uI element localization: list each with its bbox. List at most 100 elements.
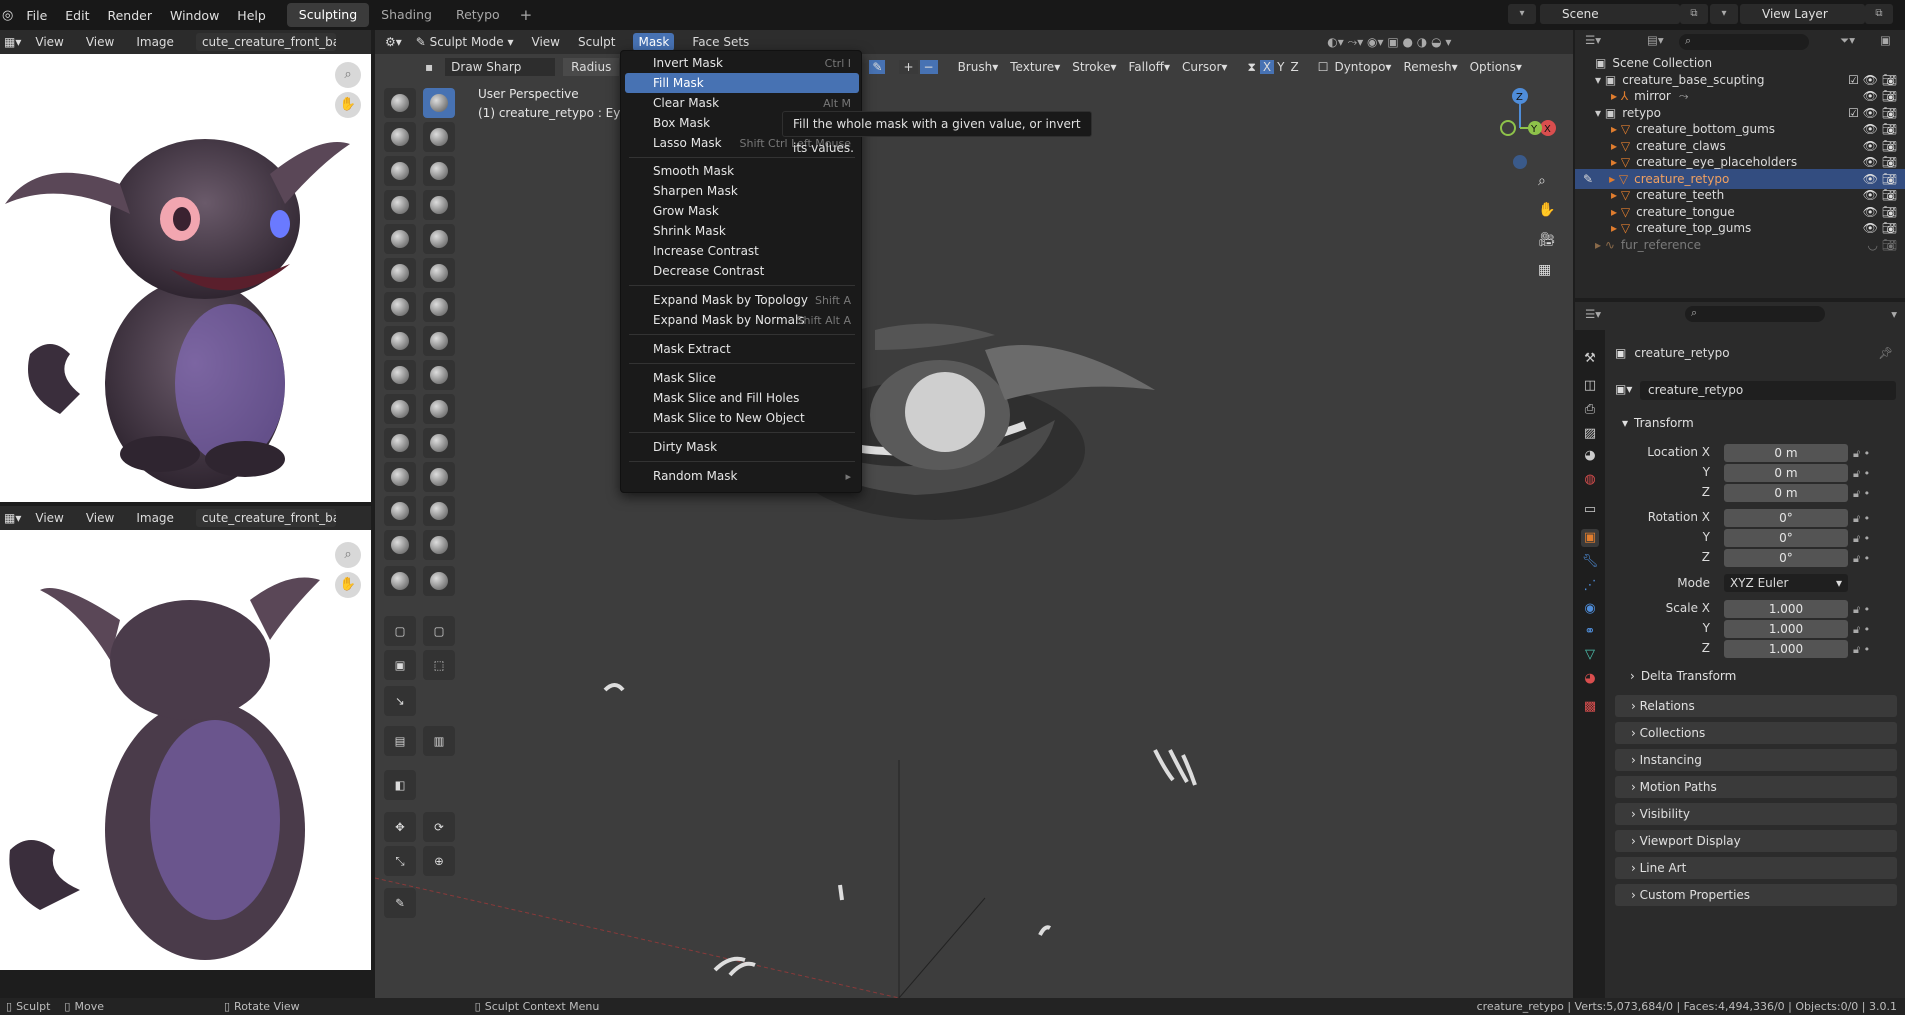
transform-panel-header[interactable]: ▾ Transform <box>1616 412 1898 434</box>
editor-type-icon[interactable]: ▦▾ <box>4 511 21 525</box>
tool-line-project-icon[interactable]: ↘ <box>384 686 416 716</box>
tool-move-icon[interactable]: ✥ <box>384 812 416 842</box>
view-layer-tab-icon[interactable]: ▨ <box>1581 425 1599 443</box>
subtract-icon[interactable]: − <box>919 60 938 74</box>
tool-boundary-icon[interactable] <box>423 462 455 492</box>
add-icon[interactable]: + <box>899 60 918 74</box>
brush-icon[interactable]: ▪ <box>425 60 433 74</box>
scene-selector[interactable]: Scene <box>1540 4 1680 24</box>
menu-item-mask-slice-new-object[interactable]: Mask Slice to New Object <box>621 408 863 428</box>
menu-item-increase-contrast[interactable]: Increase Contrast <box>621 241 863 261</box>
tool-fill-icon[interactable] <box>423 258 455 288</box>
render-tab-icon[interactable]: ◫ <box>1581 377 1599 395</box>
panel-collections[interactable]: › Collections <box>1615 722 1897 744</box>
data-tab-icon[interactable]: ▽ <box>1581 646 1599 664</box>
outliner-row-curves[interactable]: ▸ ∿ fur_reference ◡ 📷︎ <box>1575 235 1905 255</box>
menu-view[interactable]: View <box>86 511 114 525</box>
tool-smooth-icon[interactable] <box>423 224 455 254</box>
lock-icons[interactable]: 🔓︎ • 🔓︎ • 🔓︎ • <box>1853 509 1870 569</box>
tool-slide-relax-icon[interactable] <box>384 462 416 492</box>
collection-tab-icon[interactable]: ▭ <box>1581 501 1599 519</box>
add-workspace-button[interactable]: + <box>512 6 541 24</box>
panel-instancing[interactable]: › Instancing <box>1615 749 1897 771</box>
image-editor-bottom[interactable] <box>0 530 371 970</box>
tool-clay-thumb-icon[interactable] <box>384 156 416 186</box>
menu-item-dirty-mask[interactable]: Dirty Mask <box>621 437 863 457</box>
camera-view-icon[interactable]: 🎥︎ <box>1538 232 1556 248</box>
menu-item-shrink-mask[interactable]: Shrink Mask <box>621 221 863 241</box>
dyntopo-dropdown[interactable]: Dyntopo <box>1334 60 1385 74</box>
menu-item-random-mask[interactable]: Random Mask ▸ <box>621 466 863 486</box>
new-collection-icon[interactable]: ▣ <box>1880 33 1891 47</box>
material-tab-icon[interactable]: ◕ <box>1581 670 1599 688</box>
location-y-field[interactable]: 0 m <box>1724 464 1848 482</box>
modifier-tab-icon[interactable]: 🔧︎ <box>1581 553 1599 571</box>
menu-item-mask-slice-fill[interactable]: Mask Slice and Fill Holes <box>621 388 863 408</box>
hand-pan-icon[interactable]: ✋ <box>335 572 361 598</box>
tool-blob-icon[interactable] <box>423 190 455 220</box>
menu-item-expand-topology[interactable]: Expand Mask by Topology Shift A <box>621 290 863 310</box>
panel-viewport-display[interactable]: › Viewport Display <box>1615 830 1897 852</box>
tool-box-hide-icon[interactable]: ▢ <box>423 616 455 646</box>
editor-type-icon[interactable]: ⚙▾ <box>385 35 402 49</box>
tool-box-trim-icon[interactable]: ⬚ <box>423 650 455 680</box>
tool-cloth-filter-icon[interactable]: ▥ <box>423 726 455 756</box>
menu-item-smooth-mask[interactable]: Smooth Mask <box>621 161 863 181</box>
menu-item-invert-mask[interactable]: Invert Mask Ctrl I <box>621 53 863 73</box>
menu-item-grow-mask[interactable]: Grow Mask <box>621 201 863 221</box>
menu-mask[interactable]: Mask <box>633 33 675 51</box>
output-tab-icon[interactable]: ⎙ <box>1581 401 1599 419</box>
tool-mesh-filter-icon[interactable]: ▤ <box>384 726 416 756</box>
brush-dropdown[interactable]: Brush <box>958 60 993 74</box>
menu-image[interactable]: Image <box>136 35 174 49</box>
zoom-icon[interactable]: ⌕ <box>335 542 361 568</box>
tool-layer-icon[interactable] <box>423 156 455 186</box>
rotation-x-field[interactable]: 0° <box>1724 509 1848 527</box>
tool-simplify-icon[interactable] <box>423 496 455 526</box>
tool-rotate-transform-icon[interactable]: ⟳ <box>423 812 455 842</box>
tool-draw-face-sets-icon[interactable] <box>423 530 455 560</box>
particles-tab-icon[interactable]: ⋰ <box>1581 577 1599 595</box>
pan-view-icon[interactable]: ✋ <box>1538 202 1555 218</box>
object-name-field[interactable]: creature_retypo <box>1640 381 1896 400</box>
tool-mask-icon[interactable] <box>384 530 416 560</box>
menu-image[interactable]: Image <box>136 511 174 525</box>
world-tab-icon[interactable]: ◍ <box>1581 471 1599 489</box>
texture-tab-icon[interactable]: ▩ <box>1581 698 1599 716</box>
radius-field[interactable]: Radius <box>563 58 620 76</box>
tool-flatten-icon[interactable] <box>384 258 416 288</box>
tool-nudge-icon[interactable] <box>384 428 416 458</box>
tool-elastic-deform-icon[interactable] <box>384 360 416 390</box>
tool-multires-displacement-icon[interactable] <box>384 566 416 596</box>
tool-draw-icon[interactable] <box>384 88 416 118</box>
texture-dropdown[interactable]: Texture <box>1010 60 1054 74</box>
tool-draw-sharp-icon[interactable] <box>423 88 455 118</box>
menu-render[interactable]: Render <box>98 8 161 23</box>
tool-multiplane-scrape-icon[interactable] <box>423 292 455 322</box>
display-mode-icon[interactable]: ▤▾ <box>1647 33 1664 47</box>
blender-logo-icon[interactable]: ◎ <box>2 8 13 23</box>
tool-clay-strips-icon[interactable] <box>423 122 455 152</box>
rotation-mode-dropdown[interactable]: XYZ Euler ▾ <box>1724 574 1848 592</box>
location-x-field[interactable]: 0 m <box>1724 444 1848 462</box>
menu-item-expand-normals[interactable]: Expand Mask by Normals Shift Alt A <box>621 310 863 330</box>
hand-pan-icon[interactable]: ✋ <box>335 92 361 118</box>
panel-relations[interactable]: › Relations <box>1615 695 1897 717</box>
axis-y-toggle[interactable]: Y <box>1274 60 1287 74</box>
stroke-dropdown[interactable]: Stroke <box>1072 60 1110 74</box>
tool-box-face-set-icon[interactable]: ▣ <box>384 650 416 680</box>
menu-item-mask-slice[interactable]: Mask Slice <box>621 368 863 388</box>
menu-item-sharpen-mask[interactable]: Sharpen Mask <box>621 181 863 201</box>
tool-box-mask-icon[interactable]: ▢ <box>384 616 416 646</box>
tool-clay-icon[interactable] <box>384 122 416 152</box>
tool-pose-icon[interactable] <box>423 394 455 424</box>
ortho-grid-icon[interactable]: ▦ <box>1538 262 1551 278</box>
tool-rotate-icon[interactable] <box>423 428 455 458</box>
tool-scale-icon[interactable]: ⤡ <box>384 846 416 876</box>
menu-face-sets[interactable]: Face Sets <box>692 35 749 49</box>
object-tab-icon[interactable]: ▣ <box>1581 529 1599 547</box>
constraints-tab-icon[interactable]: ⚭ <box>1581 623 1599 641</box>
tab-sculpting[interactable]: Sculpting <box>286 3 370 27</box>
scene-tab-icon[interactable]: ◕ <box>1581 447 1599 465</box>
mode-selector[interactable]: ✎ Sculpt Mode ▾ <box>416 35 514 49</box>
